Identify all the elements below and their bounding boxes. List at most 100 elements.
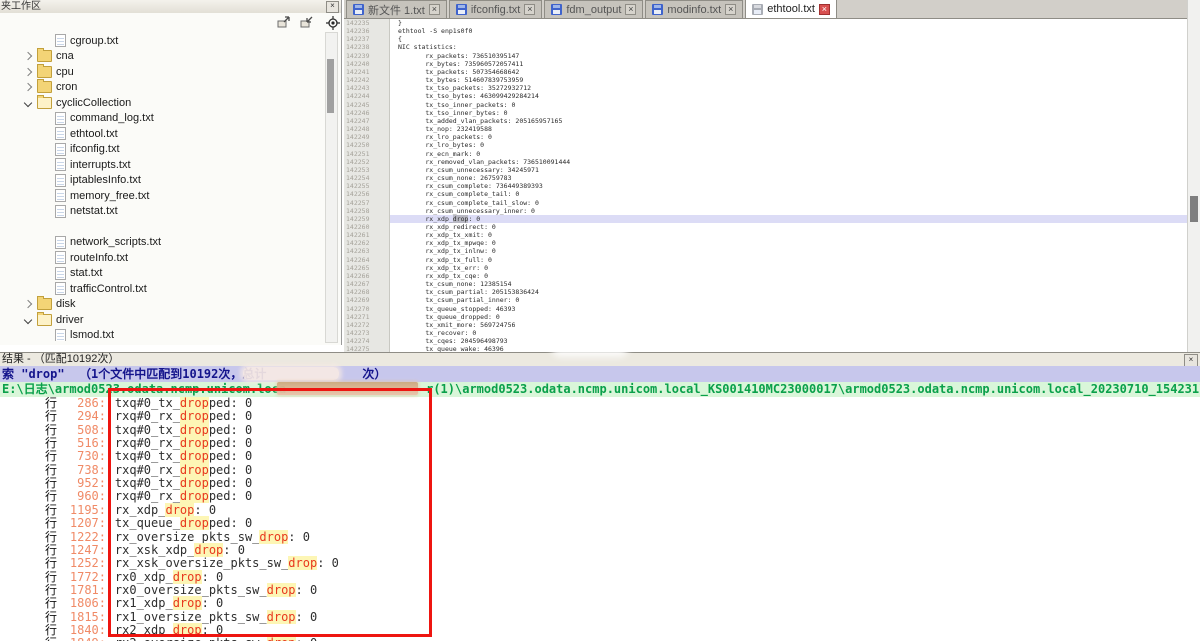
tab-ifconfig-txt[interactable]: ifconfig.txt× [449,0,543,18]
editor-line[interactable]: 142247 tx_added_vlan_packets: 2051659571… [344,117,1188,125]
editor-line[interactable]: 142251 rx_ecn_mark: 0 [344,150,1188,158]
editor-line[interactable]: 142257 rx_csum_complete_tail_slow: 0 [344,199,1188,207]
search-summary-text: 索 "drop" （1个文件中匹配到10192次，总计 [2,367,266,381]
line-number: 142245 [344,101,390,109]
tree-item-cpu[interactable]: cpu [25,64,74,79]
line-text: tx_queue_dropped: 0 [390,313,1188,321]
tab-ethtool-txt[interactable]: ethtool.txt× [745,0,837,18]
editor-line[interactable]: 142236ethtool -S enp1s0f0 [344,27,1188,35]
tree-item-stat-txt[interactable]: stat.txt [55,266,102,281]
editor-line[interactable]: 142256 rx_csum_complete_tail: 0 [344,190,1188,198]
editor-line[interactable]: 142250 rx_lro_bytes: 0 [344,141,1188,149]
chevron-down-icon[interactable] [24,98,32,106]
tab-close-icon[interactable]: × [819,4,830,15]
tree-scrollbar[interactable] [325,32,338,343]
tab-close-icon[interactable]: × [524,4,535,15]
tree-item-ethtool-txt[interactable]: ethtool.txt [55,126,118,141]
line-text: rx_csum_complete_tail: 0 [390,190,1188,198]
editor-line[interactable]: 142269 tx_csum_partial_inner: 0 [344,296,1188,304]
tree-item-iptablesInfo-txt[interactable]: iptablesInfo.txt [55,173,141,188]
editor-scrollbar-thumb[interactable] [1190,196,1198,222]
editor-line[interactable]: 142266 rx_xdp_tx_cqe: 0 [344,272,1188,280]
editor-content[interactable]: 142235}142236ethtool -S enp1s0f0142237{1… [344,19,1188,352]
close-icon[interactable]: × [326,1,339,13]
editor-line[interactable]: 142268 tx_csum_partial: 205153836424 [344,288,1188,296]
tree-item-cgroup-txt[interactable]: cgroup.txt [55,33,118,48]
editor-line[interactable]: 142264 rx_xdp_tx_full: 0 [344,256,1188,264]
tree-item-cron[interactable]: cron [25,80,77,95]
result-text: rx2_oversize_pkts_sw_drop: 0 [86,637,317,641]
expand-all-icon[interactable] [277,16,291,29]
match-highlight: drop [453,215,469,223]
editor-line[interactable]: 142238NIC statistics: [344,43,1188,51]
editor-line[interactable]: 142249 rx_lro_packets: 0 [344,133,1188,141]
file-icon [55,127,66,140]
tree-item-netstat-txt[interactable]: netstat.txt [55,204,118,219]
tab-close-icon[interactable]: × [725,4,736,15]
tree-item-label: ethtool.txt [70,128,118,140]
chevron-right-icon[interactable] [24,300,32,308]
editor-line[interactable]: 142258 rx_csum_unnecessary_inner: 0 [344,207,1188,215]
tab--1-txt[interactable]: 新文件 1.txt× [346,0,447,18]
editor-line[interactable]: 142263 rx_xdp_tx_inlnw: 0 [344,247,1188,255]
locate-file-icon[interactable] [326,16,340,29]
editor-line[interactable]: 142274 tx_cqes: 204596498793 [344,337,1188,345]
editor-line[interactable]: 142262 rx_xdp_tx_mpwqe: 0 [344,239,1188,247]
result-row-line-1849[interactable]: 行1849: rx2_oversize_pkts_sw_drop: 0 [0,637,1200,641]
tree-item-disk[interactable]: disk [25,297,76,312]
editor-line[interactable]: 142235} [344,19,1188,27]
tree-item-lsmod-txt[interactable]: lsmod.txt [55,328,114,342]
line-text: tx_tso_inner_bytes: 0 [390,109,1188,117]
editor-line[interactable]: 142248 tx_nop: 232419588 [344,125,1188,133]
tree-item-ifconfig-txt[interactable]: ifconfig.txt [55,142,120,157]
tree-item-cyclicCollection[interactable]: cyclicCollection [25,95,131,110]
editor-line[interactable]: 142260 rx_xdp_redirect: 0 [344,223,1188,231]
tab-fdm_output[interactable]: fdm_output× [544,0,643,18]
editor-line[interactable]: 142242 tx_bytes: 514607839753959 [344,76,1188,84]
editor-line[interactable]: 142267 tx_csum_none: 12385154 [344,280,1188,288]
editor-scrollbar[interactable] [1187,0,1200,352]
editor-line[interactable]: 142271 tx_queue_dropped: 0 [344,313,1188,321]
tab-close-icon[interactable]: × [429,4,440,15]
tree-item-command_log-txt[interactable]: command_log.txt [55,111,154,126]
editor-line[interactable]: 142253 rx_csum_unnecessary: 34245971 [344,166,1188,174]
editor-line[interactable]: 142272 tx_xmit_more: 569724756 [344,321,1188,329]
tree-item-network_scripts-txt[interactable]: network_scripts.txt [55,235,161,250]
tab-close-icon[interactable]: × [625,4,636,15]
editor-line[interactable]: 142254 rx_csum_none: 26759783 [344,174,1188,182]
tree-item-interrupts-txt[interactable]: interrupts.txt [55,157,131,172]
editor-line[interactable]: 142240 rx_bytes: 735960572057411 [344,60,1188,68]
editor-line[interactable]: 142243 tx_tso_packets: 35272932712 [344,84,1188,92]
line-number: 142257 [344,199,390,207]
editor-line[interactable]: 142273 tx_recover: 0 [344,329,1188,337]
editor-line[interactable]: 142246 tx_tso_inner_bytes: 0 [344,109,1188,117]
line-text: } [390,19,1188,27]
tree-item-trafficControl-txt[interactable]: trafficControl.txt [55,281,147,296]
editor-line[interactable]: 142265 rx_xdp_tx_err: 0 [344,264,1188,272]
editor-line[interactable]: 142261 rx_xdp_tx_xmit: 0 [344,231,1188,239]
editor-line[interactable]: 142245 tx_tso_inner_packets: 0 [344,101,1188,109]
chevron-down-icon[interactable] [24,315,32,323]
editor-line[interactable]: 142241 tx_packets: 507354668642 [344,68,1188,76]
line-number: 142239 [344,52,390,60]
editor-line[interactable]: 142239 rx_packets: 736510395147 [344,52,1188,60]
editor-line[interactable]: 142275 tx_queue_wake: 46396 [344,345,1188,352]
editor-line[interactable]: 142270 tx_queue_stopped: 46393 [344,305,1188,313]
tree-item-cna[interactable]: cna [25,49,74,64]
tree-item-routeInfo-txt[interactable]: routeInfo.txt [55,250,128,265]
tab-modinfo-txt[interactable]: modinfo.txt× [645,0,743,18]
collapse-all-icon[interactable] [300,16,314,29]
editor-line[interactable]: 142259 rx_xdp_drop: 0 [344,215,1188,223]
chevron-right-icon[interactable] [24,67,32,75]
chevron-right-icon[interactable] [24,52,32,60]
tree-item-driver[interactable]: driver [25,312,84,327]
chevron-right-icon[interactable] [24,83,32,91]
line-text: rx_xdp_tx_mpwqe: 0 [390,239,1188,247]
tree-item-label: driver [56,314,84,326]
tree-item-memory_free-txt[interactable]: memory_free.txt [55,188,149,203]
editor-line[interactable]: 142244 tx_tso_bytes: 463099429284214 [344,92,1188,100]
editor-line[interactable]: 142252 rx_removed_vlan_packets: 73651009… [344,158,1188,166]
editor-line[interactable]: 142255 rx_csum_complete: 736449389393 [344,182,1188,190]
tree-scrollbar-thumb[interactable] [327,59,334,113]
editor-line[interactable]: 142237{ [344,35,1188,43]
